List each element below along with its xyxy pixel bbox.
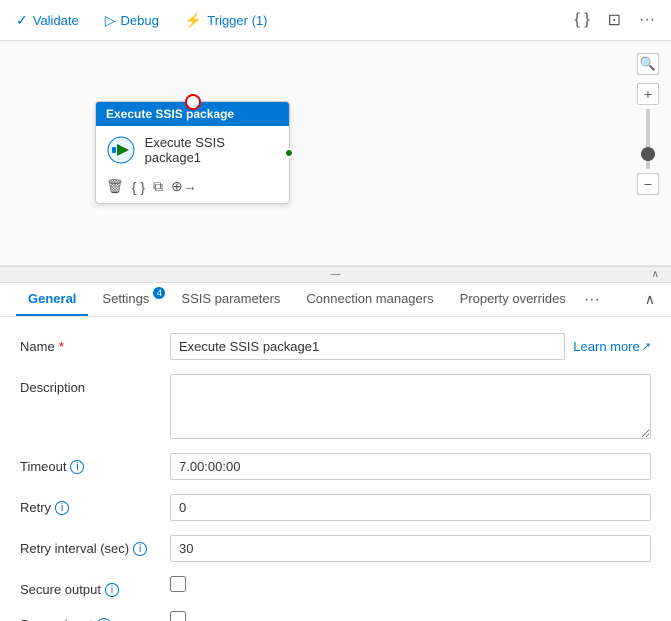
settings-badge: 4 bbox=[153, 287, 165, 299]
name-input[interactable] bbox=[170, 333, 565, 360]
validate-icon: ✓ bbox=[16, 12, 28, 29]
description-row: Description bbox=[20, 374, 651, 439]
activity-node[interactable]: Execute SSIS package Execute SSIS packag… bbox=[95, 101, 290, 204]
trigger-label: Trigger (1) bbox=[207, 13, 267, 28]
retry-interval-control bbox=[170, 535, 651, 562]
retry-interval-input[interactable] bbox=[170, 535, 651, 562]
search-canvas-button[interactable]: 🔍 bbox=[637, 53, 659, 75]
retry-label: Retry i bbox=[20, 494, 160, 515]
name-row: Name * Learn more ↗ bbox=[20, 333, 651, 360]
zoom-out-button[interactable]: − bbox=[637, 173, 659, 195]
tab-general[interactable]: General bbox=[16, 283, 88, 316]
zoom-controls: 🔍 + − bbox=[637, 53, 659, 195]
timeout-control bbox=[170, 453, 651, 480]
activity-body: Execute SSIS package1 bbox=[96, 126, 289, 174]
activity-status-dot bbox=[284, 148, 294, 158]
tab-connection-managers[interactable]: Connection managers bbox=[294, 283, 445, 316]
trigger-button[interactable]: ⚡ Trigger (1) bbox=[181, 10, 272, 31]
canvas: Execute SSIS package Execute SSIS packag… bbox=[0, 41, 671, 266]
tabs-more-button[interactable]: ··· bbox=[584, 291, 600, 309]
secure-output-checkbox[interactable] bbox=[170, 576, 186, 592]
debug-label: Debug bbox=[121, 13, 159, 28]
copy-icon[interactable]: ⧉ bbox=[153, 178, 163, 195]
name-required: * bbox=[59, 339, 64, 354]
activity-type-icon bbox=[106, 134, 137, 166]
zoom-in-button[interactable]: + bbox=[637, 83, 659, 105]
arrow-icon[interactable]: ⊕→ bbox=[171, 178, 197, 195]
tab-property-overrides[interactable]: Property overrides bbox=[448, 283, 578, 316]
name-control: Learn more ↗ bbox=[170, 333, 651, 360]
timeout-info-icon: i bbox=[70, 460, 84, 474]
form-area: Name * Learn more ↗ Description bbox=[0, 317, 671, 621]
retry-interval-row: Retry interval (sec) i bbox=[20, 535, 651, 562]
trigger-icon: ⚡ bbox=[185, 12, 202, 29]
validate-label: Validate bbox=[33, 13, 79, 28]
timeout-input[interactable] bbox=[170, 453, 651, 480]
tabs-close-button[interactable]: ∧ bbox=[645, 291, 655, 308]
retry-control bbox=[170, 494, 651, 521]
secure-output-info-icon: i bbox=[105, 583, 119, 597]
tabs-bar: General Settings 4 SSIS parameters Conne… bbox=[0, 283, 671, 317]
description-control bbox=[170, 374, 651, 439]
activity-top-circle bbox=[185, 94, 201, 110]
secure-output-label: Secure output i bbox=[20, 576, 160, 597]
secure-output-control bbox=[170, 576, 651, 592]
validate-button[interactable]: ✓ Validate bbox=[12, 10, 83, 31]
retry-input[interactable] bbox=[170, 494, 651, 521]
activity-label: Execute SSIS package1 bbox=[145, 135, 279, 165]
retry-interval-info-icon: i bbox=[133, 542, 147, 556]
debug-button[interactable]: ▷ Debug bbox=[101, 10, 163, 31]
retry-info-icon: i bbox=[55, 501, 69, 515]
code-icon[interactable]: { } bbox=[132, 179, 145, 195]
collapse-indicator: — bbox=[331, 269, 341, 280]
more-options-button[interactable]: ··· bbox=[635, 9, 659, 31]
toolbar: ✓ Validate ▷ Debug ⚡ Trigger (1) { } ⊡ ·… bbox=[0, 0, 671, 41]
description-label: Description bbox=[20, 374, 160, 395]
tab-settings[interactable]: Settings 4 bbox=[90, 283, 167, 316]
timeout-label: Timeout i bbox=[20, 453, 160, 474]
code-button[interactable]: { } bbox=[570, 9, 593, 31]
external-link-icon: ↗ bbox=[642, 340, 651, 353]
learn-more-link[interactable]: Learn more ↗ bbox=[573, 339, 651, 354]
debug-icon: ▷ bbox=[105, 12, 116, 29]
collapse-chevron-icon: ∧ bbox=[652, 269, 659, 280]
collapse-bar[interactable]: — ∧ bbox=[0, 266, 671, 283]
secure-output-row: Secure output i bbox=[20, 576, 651, 597]
delete-icon[interactable]: 🗑 bbox=[106, 178, 124, 195]
tab-ssis-parameters[interactable]: SSIS parameters bbox=[169, 283, 292, 316]
retry-row: Retry i bbox=[20, 494, 651, 521]
description-input[interactable] bbox=[170, 374, 651, 439]
timeout-row: Timeout i bbox=[20, 453, 651, 480]
name-label: Name * bbox=[20, 333, 160, 354]
activity-actions: 🗑 { } ⧉ ⊕→ bbox=[96, 174, 289, 203]
monitor-button[interactable]: ⊡ bbox=[604, 8, 625, 32]
zoom-thumb bbox=[641, 147, 655, 161]
toolbar-right: { } ⊡ ··· bbox=[570, 8, 659, 32]
bottom-panel: General Settings 4 SSIS parameters Conne… bbox=[0, 283, 671, 621]
secure-input-info-icon: i bbox=[97, 618, 111, 621]
retry-interval-label: Retry interval (sec) i bbox=[20, 535, 160, 556]
zoom-slider[interactable] bbox=[646, 109, 650, 169]
